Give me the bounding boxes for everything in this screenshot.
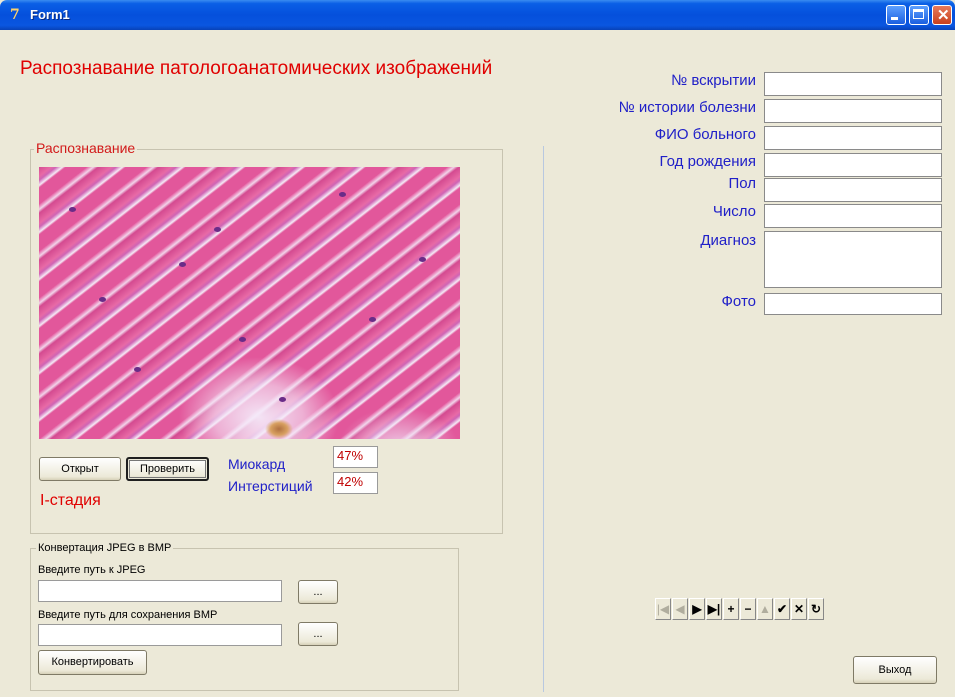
maximize-button[interactable] bbox=[909, 5, 929, 25]
nucleus-dot bbox=[134, 367, 141, 372]
post-record-button[interactable]: ✔ bbox=[774, 598, 790, 620]
close-button[interactable]: ✕ bbox=[932, 5, 952, 25]
jpeg-path-label: Введите путь к JPEG bbox=[38, 564, 146, 576]
insert-record-button[interactable]: + bbox=[723, 598, 739, 620]
nucleus-dot bbox=[369, 317, 376, 322]
jpeg-path-input[interactable] bbox=[38, 580, 282, 602]
last-record-icon: ▶| bbox=[707, 602, 721, 616]
delete-record-button[interactable]: − bbox=[740, 598, 756, 620]
autopsy-number-input[interactable] bbox=[764, 72, 942, 96]
nucleus-dot bbox=[99, 297, 106, 302]
nucleus-dot bbox=[279, 397, 286, 402]
date-label: Число bbox=[712, 203, 756, 220]
conversion-group-caption: Конвертация JPEG в BMP bbox=[36, 542, 174, 554]
page-title: Распознавание патологоанатомических изоб… bbox=[20, 58, 493, 79]
nucleus-dot bbox=[339, 192, 346, 197]
histology-image bbox=[39, 167, 460, 439]
bmp-path-input[interactable] bbox=[38, 624, 282, 646]
sex-label: Пол bbox=[728, 175, 756, 192]
autopsy-number-label: № вскрытии bbox=[671, 72, 756, 89]
history-number-label: № истории болезни bbox=[618, 99, 756, 116]
browse-jpeg-button[interactable]: ... bbox=[298, 580, 338, 604]
nucleus-dot bbox=[419, 257, 426, 262]
browse-bmp-button[interactable]: ... bbox=[298, 622, 338, 646]
photo-input[interactable] bbox=[764, 293, 942, 315]
last-record-button[interactable]: ▶| bbox=[706, 598, 722, 620]
sex-input[interactable] bbox=[764, 178, 942, 202]
patient-name-input[interactable] bbox=[764, 126, 942, 150]
check-button[interactable]: Проверить bbox=[126, 457, 209, 481]
bmp-path-label: Введите путь для сохранения BMP bbox=[38, 609, 218, 621]
insert-record-icon: + bbox=[727, 602, 735, 616]
next-record-icon: ▶ bbox=[692, 602, 702, 616]
title-bar[interactable]: 7 Form1 ✕ bbox=[0, 0, 955, 30]
delete-record-icon: − bbox=[744, 602, 752, 616]
interstitium-value[interactable]: 42% bbox=[333, 472, 378, 494]
cancel-record-button[interactable]: ✕ bbox=[791, 598, 807, 620]
prior-record-icon: ◀ bbox=[675, 602, 685, 616]
interstitium-label: Интерстиций bbox=[228, 478, 313, 494]
nucleus-dot bbox=[214, 227, 221, 232]
edit-record-button[interactable]: ▲ bbox=[757, 598, 773, 620]
myocardium-value[interactable]: 47% bbox=[333, 446, 378, 468]
app-icon: 7 bbox=[10, 7, 20, 23]
refresh-button[interactable]: ↻ bbox=[808, 598, 824, 620]
diagnosis-label: Диагноз bbox=[700, 232, 756, 249]
window-title: Form1 bbox=[30, 7, 70, 22]
photo-label: Фото bbox=[721, 293, 756, 310]
birth-year-input[interactable] bbox=[764, 153, 942, 177]
myocardium-label: Миокард bbox=[228, 456, 286, 472]
nucleus-dot bbox=[69, 207, 76, 212]
vertical-separator bbox=[543, 146, 544, 692]
maximize-icon bbox=[913, 9, 924, 19]
exit-button[interactable]: Выход bbox=[853, 656, 937, 684]
convert-button[interactable]: Конвертировать bbox=[38, 650, 147, 675]
first-record-icon: |◀ bbox=[656, 602, 670, 616]
nucleus-dot bbox=[239, 337, 246, 342]
patient-name-label: ФИО больного bbox=[654, 126, 756, 143]
first-record-button[interactable]: |◀ bbox=[655, 598, 671, 620]
stage-result: I-стадия bbox=[40, 492, 101, 509]
next-record-button[interactable]: ▶ bbox=[689, 598, 705, 620]
history-number-input[interactable] bbox=[764, 99, 942, 123]
nucleus-dot bbox=[179, 262, 186, 267]
recognition-group-caption: Распознавание bbox=[34, 140, 138, 156]
post-record-icon: ✔ bbox=[776, 602, 788, 616]
minimize-button[interactable] bbox=[886, 5, 906, 25]
db-navigator: |◀ ◀ ▶ ▶| + − ▲ ✔ ✕ ↻ bbox=[655, 598, 825, 620]
birth-year-label: Год рождения bbox=[659, 153, 756, 170]
close-icon: ✕ bbox=[937, 7, 950, 24]
date-input[interactable] bbox=[764, 204, 942, 228]
refresh-icon: ↻ bbox=[810, 602, 822, 616]
minimize-icon bbox=[891, 17, 898, 20]
prior-record-button[interactable]: ◀ bbox=[672, 598, 688, 620]
edit-record-icon: ▲ bbox=[759, 602, 771, 616]
diagnosis-memo[interactable] bbox=[764, 231, 942, 288]
cancel-record-icon: ✕ bbox=[793, 602, 805, 616]
open-button[interactable]: Открыт bbox=[39, 457, 121, 481]
